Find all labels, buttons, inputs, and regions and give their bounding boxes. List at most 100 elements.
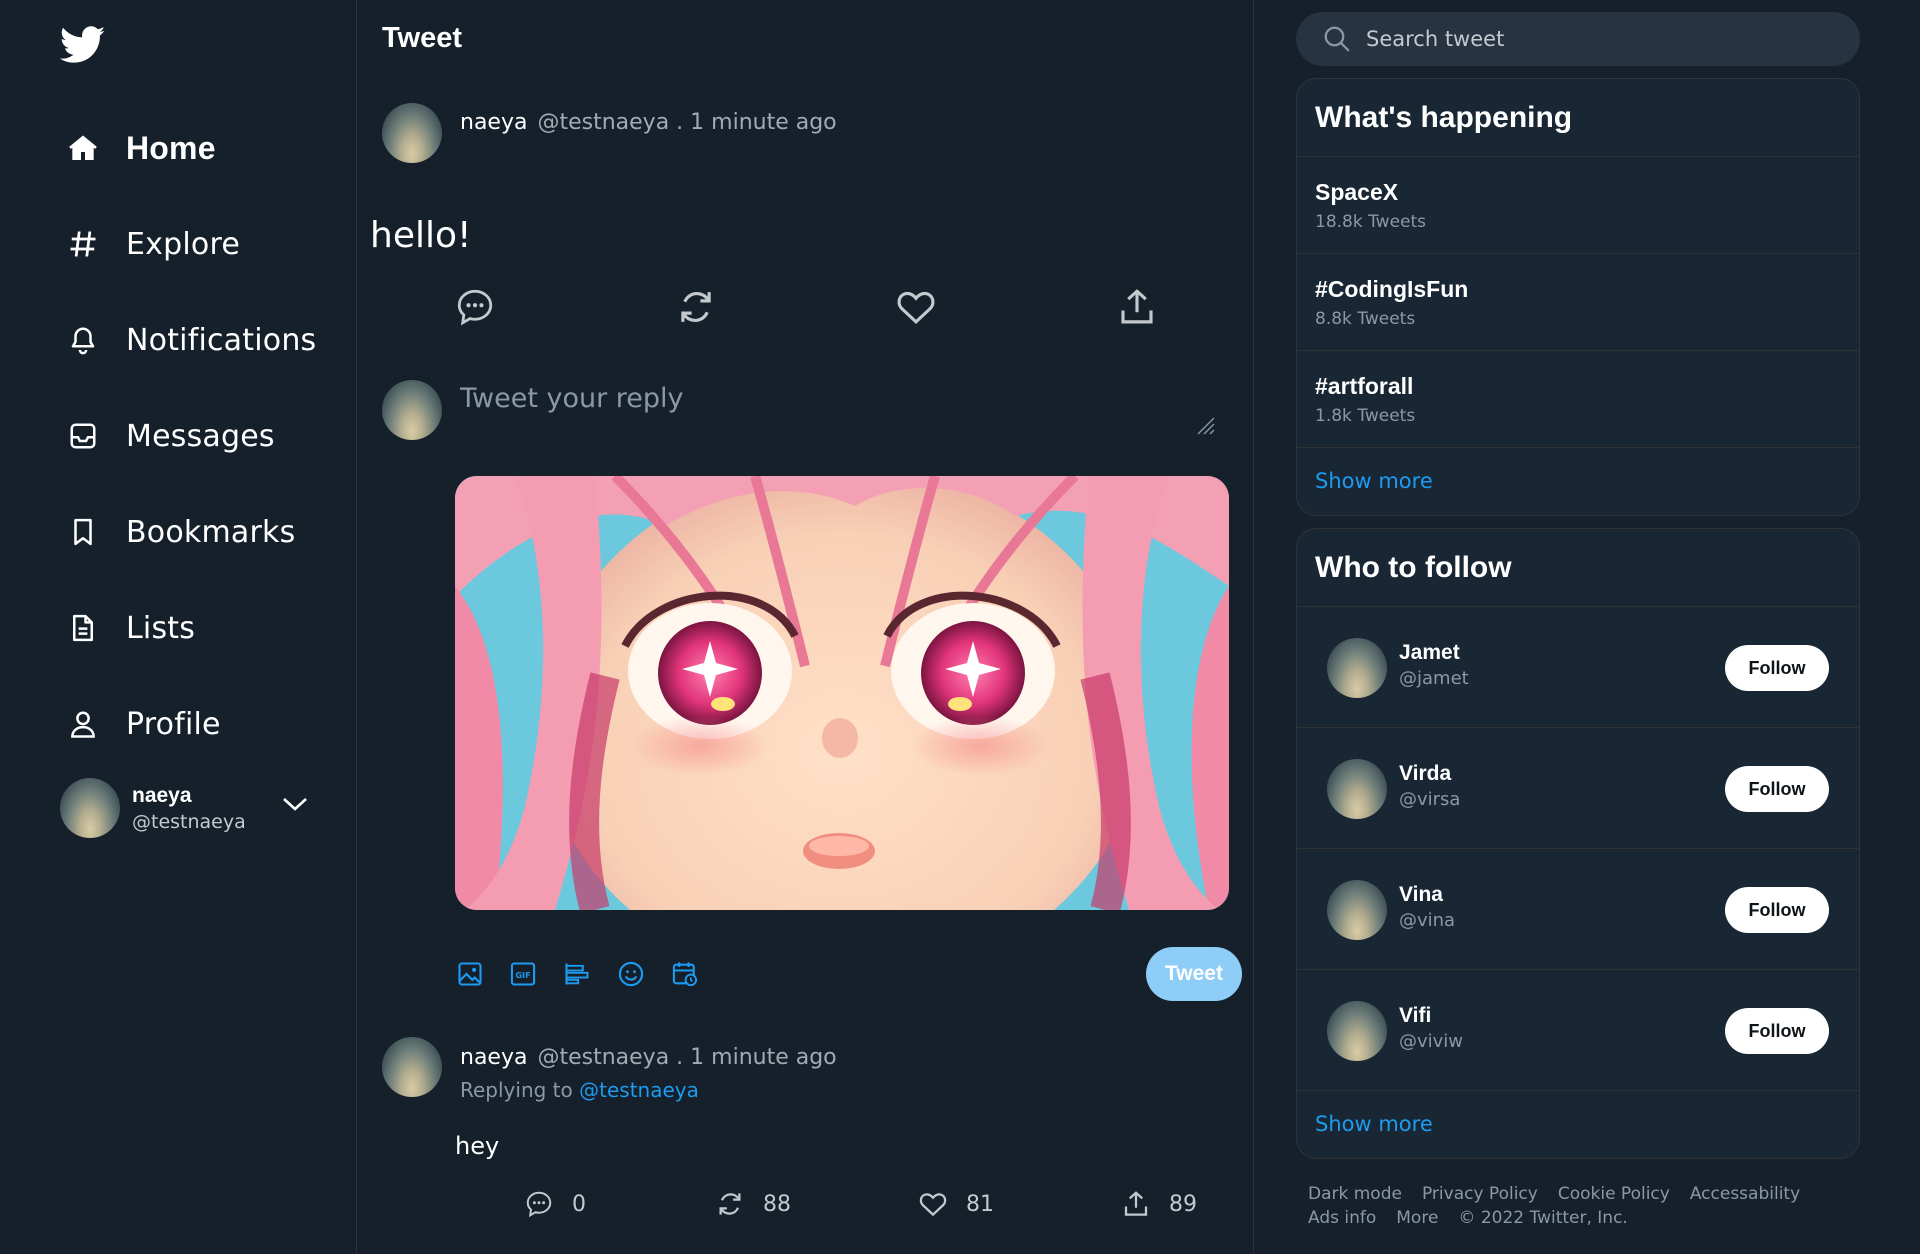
reply-icon[interactable] xyxy=(451,283,499,331)
emoji-icon[interactable] xyxy=(615,958,647,990)
retweet-icon[interactable] xyxy=(672,283,720,331)
tweet-header: naeya @testnaeya . 1 minute ago xyxy=(460,110,837,135)
reply-retweet-stat[interactable]: 88 xyxy=(715,1188,791,1220)
footer-link[interactable]: Privacy Policy xyxy=(1422,1184,1538,1204)
footer: Dark mode Privacy Policy Cookie Policy Acce… xyxy=(1308,1182,1868,1230)
reply-input[interactable] xyxy=(460,383,1220,443)
reply-like-stat[interactable]: 81 xyxy=(918,1188,994,1220)
tweet-text: hello! xyxy=(370,215,472,256)
suggestion-handle: @viviw xyxy=(1399,1031,1464,1052)
account-switcher[interactable]: naeya @testnaeya xyxy=(60,776,320,840)
share-icon[interactable] xyxy=(1113,283,1161,331)
tweet-button[interactable]: Tweet xyxy=(1146,947,1242,1001)
suggestion-name: Vina xyxy=(1399,883,1443,906)
share-count: 89 xyxy=(1169,1191,1197,1217)
follow-suggestion[interactable]: Vina @vina Follow xyxy=(1297,849,1859,970)
left-sidebar: Home Explore Notifications Messages Book… xyxy=(0,0,357,1254)
footer-link[interactable]: Accessability xyxy=(1690,1184,1800,1204)
footer-link[interactable]: Cookie Policy xyxy=(1558,1184,1670,1204)
follow-button[interactable]: Follow xyxy=(1725,645,1829,691)
who-to-follow-title: Who to follow xyxy=(1297,529,1859,607)
tweet-meta: @testnaeya . 1 minute ago xyxy=(537,110,837,135)
reply-comment-stat[interactable]: 0 xyxy=(524,1188,586,1220)
suggestion-handle: @jamet xyxy=(1399,668,1469,689)
trend-item[interactable]: #CodingIsFun 8.8k Tweets xyxy=(1297,254,1859,351)
suggestion-name: Jamet xyxy=(1399,641,1460,664)
trend-count: 8.8k Tweets xyxy=(1315,309,1416,329)
replying-to-link[interactable]: @testnaeya xyxy=(579,1078,699,1102)
nav-label: Notifications xyxy=(126,322,317,358)
attached-image[interactable] xyxy=(455,476,1229,910)
share-icon xyxy=(1121,1189,1151,1219)
suggestion-name: Vifi xyxy=(1399,1004,1432,1027)
avatar[interactable] xyxy=(382,103,442,163)
suggestion-handle: @vina xyxy=(1399,910,1456,931)
retweet-count: 88 xyxy=(763,1191,791,1217)
avatar xyxy=(1327,1001,1387,1061)
heart-icon xyxy=(918,1189,948,1219)
document-icon xyxy=(66,611,100,645)
footer-link[interactable]: More xyxy=(1396,1208,1438,1228)
account-handle: @testnaeya xyxy=(132,810,246,833)
follow-button[interactable]: Follow xyxy=(1725,1008,1829,1054)
trend-topic: SpaceX xyxy=(1315,179,1399,205)
follow-show-more-link[interactable]: Show more xyxy=(1297,1091,1859,1157)
footer-link[interactable]: Dark mode xyxy=(1308,1184,1402,1204)
follow-suggestion[interactable]: Virda @virsa Follow xyxy=(1297,728,1859,849)
nav-home[interactable]: Home xyxy=(66,120,216,176)
follow-suggestion[interactable]: Vifi @viviw Follow xyxy=(1297,970,1859,1091)
trends-show-more-link[interactable]: Show more xyxy=(1297,448,1859,514)
reply-share-stat[interactable]: 89 xyxy=(1121,1188,1197,1220)
footer-link[interactable]: Ads info xyxy=(1308,1208,1376,1228)
like-count: 81 xyxy=(966,1191,994,1217)
resize-handle-icon[interactable] xyxy=(1194,414,1216,436)
nav-explore[interactable]: Explore xyxy=(66,216,240,272)
trend-item[interactable]: #artforall 1.8k Tweets xyxy=(1297,351,1859,448)
nav-bookmarks[interactable]: Bookmarks xyxy=(66,504,295,560)
comment-count: 0 xyxy=(572,1191,586,1217)
trend-topic: #CodingIsFun xyxy=(1315,276,1469,302)
trend-topic: #artforall xyxy=(1315,373,1414,399)
home-icon xyxy=(66,131,100,165)
trend-count: 1.8k Tweets xyxy=(1315,406,1416,426)
nav-label: Home xyxy=(126,129,216,166)
hashtag-icon xyxy=(66,227,100,261)
search-bar xyxy=(1296,12,1860,66)
main-column: Tweet naeya @testnaeya . 1 minute ago hel… xyxy=(358,0,1254,1254)
nav-messages[interactable]: Messages xyxy=(66,408,275,464)
poll-icon[interactable] xyxy=(561,958,593,990)
nav-label: Profile xyxy=(126,706,221,742)
heart-icon[interactable] xyxy=(892,283,940,331)
bell-icon xyxy=(66,323,100,357)
image-icon[interactable] xyxy=(454,958,486,990)
trend-item[interactable]: SpaceX 18.8k Tweets xyxy=(1297,157,1859,254)
follow-button[interactable]: Follow xyxy=(1725,887,1829,933)
replying-to-label: Replying to xyxy=(460,1078,573,1102)
retweet-icon xyxy=(715,1189,745,1219)
search-icon xyxy=(1322,24,1352,54)
inbox-icon xyxy=(66,419,100,453)
user-icon xyxy=(66,707,100,741)
suggestion-handle: @virsa xyxy=(1399,789,1461,810)
tweet-author-name[interactable]: naeya xyxy=(460,110,527,135)
follow-suggestion[interactable]: Jamet @jamet Follow xyxy=(1297,607,1859,728)
gif-icon[interactable]: GIF xyxy=(507,958,539,990)
avatar[interactable] xyxy=(382,1037,442,1097)
reply-icon xyxy=(524,1189,554,1219)
schedule-icon[interactable] xyxy=(669,958,701,990)
avatar xyxy=(1327,880,1387,940)
nav-lists[interactable]: Lists xyxy=(66,600,195,656)
reply-meta: @testnaeya . 1 minute ago xyxy=(537,1045,837,1070)
avatar xyxy=(382,380,442,440)
nav-notifications[interactable]: Notifications xyxy=(66,312,316,368)
search-input[interactable] xyxy=(1366,27,1826,51)
twitter-bird-icon[interactable] xyxy=(60,26,108,68)
bookmark-icon xyxy=(66,515,100,549)
reply-author-name[interactable]: naeya xyxy=(460,1045,527,1070)
trend-count: 18.8k Tweets xyxy=(1315,212,1427,232)
chevron-down-icon[interactable] xyxy=(282,796,308,812)
reply-text: hey xyxy=(455,1132,500,1160)
nav-profile[interactable]: Profile xyxy=(66,696,221,752)
account-name: naeya xyxy=(132,783,192,807)
follow-button[interactable]: Follow xyxy=(1725,766,1829,812)
